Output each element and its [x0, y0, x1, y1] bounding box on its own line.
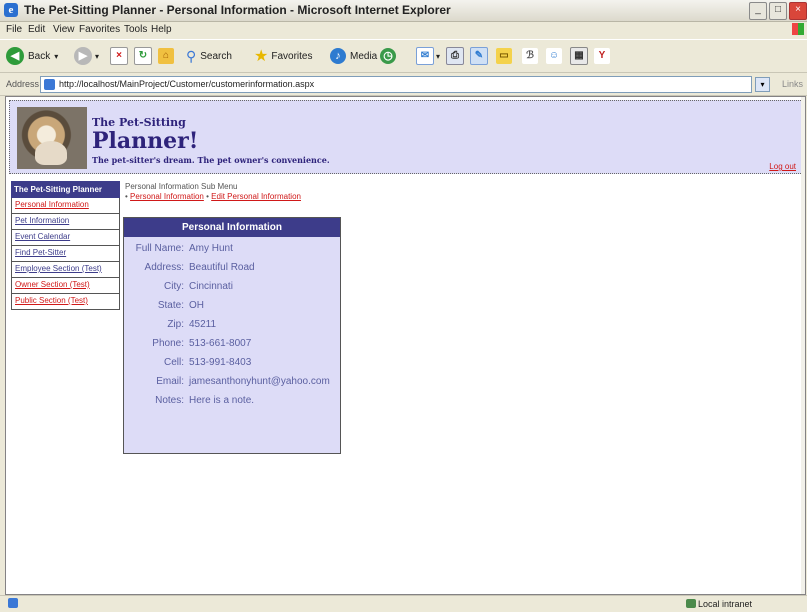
sidebar-item-public-section[interactable]: Public Section (Test)	[11, 294, 120, 310]
menu-view[interactable]: View	[53, 24, 75, 35]
stop-icon: ×	[110, 47, 128, 65]
sidebar-title: The Pet-Sitting Planner	[11, 181, 120, 198]
title-bar: e The Pet-Sitting Planner - Personal Inf…	[0, 0, 807, 22]
history-icon: ◷	[380, 48, 396, 64]
sidebar: The Pet-Sitting Planner Personal Informa…	[11, 181, 120, 310]
sidebar-item-find-pet-sitter[interactable]: Find Pet-Sitter	[11, 246, 120, 262]
field-state: State: OH	[157, 300, 204, 311]
sub-menu: Personal Information Sub Menu • Personal…	[125, 182, 301, 202]
dropdown-arrow-icon: ▾	[95, 51, 100, 61]
search-icon: ⚲	[186, 47, 197, 64]
address-dropdown-icon[interactable]: ▾	[755, 77, 770, 92]
address-bar: Address http://localhost/MainProject/Cus…	[0, 73, 807, 96]
menu-favorites[interactable]: Favorites	[79, 24, 120, 35]
sidebar-item-owner-section[interactable]: Owner Section (Test)	[11, 278, 120, 294]
personal-information-panel: Personal Information Full Name: Amy Hunt …	[123, 217, 341, 454]
forward-button[interactable]: ▶ ▾	[74, 46, 99, 66]
print-icon: ⎙	[446, 47, 464, 65]
messenger-button[interactable]: ☺	[546, 46, 562, 66]
page-content: The Pet-Sitting Planner! The pet-sitter'…	[5, 96, 806, 595]
dropdown-arrow-icon: ▾	[436, 51, 441, 61]
field-notes: Notes: Here is a note.	[155, 395, 255, 406]
address-input[interactable]: http://localhost/MainProject/Customer/cu…	[40, 76, 752, 93]
sidebar-item-employee-section[interactable]: Employee Section (Test)	[11, 262, 120, 278]
logout-link[interactable]: Log out	[769, 162, 796, 171]
calendar-button[interactable]: ▦	[570, 46, 588, 66]
sub-menu-bullet: •	[125, 192, 128, 201]
windows-flag-icon	[792, 23, 804, 35]
field-full-name: Full Name: Amy Hunt	[135, 243, 233, 254]
brand-main: Planner!	[92, 128, 199, 154]
ie-logo-icon: e	[4, 3, 18, 17]
panel-title: Personal Information	[124, 218, 340, 237]
site-header: The Pet-Sitting Planner! The pet-sitter'…	[9, 100, 803, 174]
field-city: City: Cincinnati	[164, 281, 233, 292]
field-cell: Cell: 513-991-8403	[163, 357, 252, 368]
sub-menu-link-edit-personal-information[interactable]: Edit Personal Information	[211, 192, 301, 201]
mail-button[interactable]: ✉ ▾	[416, 46, 440, 66]
research-button[interactable]: ℬ	[522, 46, 538, 66]
edit-icon: ✎	[470, 47, 488, 65]
edit-button[interactable]: ✎	[470, 46, 488, 66]
addon-icon: Y	[594, 48, 610, 64]
refresh-button[interactable]: ↻	[134, 46, 152, 66]
sidebar-item-pet-information[interactable]: Pet Information	[11, 214, 120, 230]
sub-menu-separator: •	[206, 192, 209, 201]
toolbar: ◀ Back ▾ ▶ ▾ × ↻ ⌂ ⚲ Search ★ Favorites …	[0, 39, 807, 73]
links-button[interactable]: Links	[782, 79, 803, 89]
favorites-button[interactable]: ★ Favorites	[254, 46, 312, 66]
field-address: Address: Beautiful Road	[144, 262, 255, 273]
discuss-button[interactable]: ▭	[496, 46, 512, 66]
minimize-icon[interactable]: _	[749, 2, 767, 20]
print-button[interactable]: ⎙	[446, 46, 464, 66]
vertical-scrollbar[interactable]	[801, 97, 805, 594]
media-button[interactable]: ♪ Media	[330, 46, 377, 66]
sidebar-item-event-calendar[interactable]: Event Calendar	[11, 230, 120, 246]
back-button[interactable]: ◀ Back ▾	[6, 46, 58, 66]
menu-tools[interactable]: Tools	[124, 24, 147, 35]
sub-menu-link-personal-information[interactable]: Personal Information	[130, 192, 204, 201]
sub-menu-title: Personal Information Sub Menu	[125, 182, 238, 191]
sidebar-item-personal-information[interactable]: Personal Information	[11, 198, 120, 214]
address-url[interactable]: http://localhost/MainProject/Customer/cu…	[59, 79, 314, 89]
status-bar: Local intranet	[0, 595, 807, 612]
address-label: Address	[6, 79, 40, 89]
messenger-icon: ☺	[546, 48, 562, 64]
security-zone: Local intranet	[698, 599, 753, 609]
puppy-logo-image	[17, 107, 87, 169]
menu-edit[interactable]: Edit	[28, 24, 45, 35]
back-arrow-icon: ◀	[6, 47, 24, 65]
folder-icon: ▭	[496, 48, 512, 64]
history-button[interactable]: ◷	[380, 46, 396, 66]
field-email: Email: jamesanthonyhunt@yahoo.com	[156, 376, 330, 387]
menu-help[interactable]: Help	[151, 24, 172, 35]
page-status-icon	[8, 598, 18, 608]
mail-icon: ✉	[416, 47, 434, 65]
addon-button[interactable]: Y	[594, 46, 610, 66]
home-icon: ⌂	[158, 48, 174, 64]
stop-button[interactable]: ×	[110, 46, 128, 66]
menu-file[interactable]: File	[6, 24, 22, 35]
forward-arrow-icon: ▶	[74, 47, 92, 65]
search-button[interactable]: ⚲ Search	[186, 46, 232, 66]
field-phone: Phone: 513-661-8007	[152, 338, 252, 349]
brand-tagline: The pet-sitter's dream. The pet owner's …	[92, 155, 330, 165]
home-button[interactable]: ⌂	[158, 46, 174, 66]
calendar-icon: ▦	[570, 47, 588, 65]
window-title: The Pet-Sitting Planner - Personal Infor…	[24, 3, 451, 17]
page-icon	[44, 79, 55, 90]
intranet-icon	[686, 599, 696, 608]
dropdown-arrow-icon: ▾	[54, 51, 59, 61]
refresh-icon: ↻	[134, 47, 152, 65]
menu-bar: File Edit View Favorites Tools Help	[0, 22, 807, 38]
field-zip: Zip: 45211	[167, 319, 217, 330]
close-icon[interactable]: ×	[789, 2, 807, 20]
media-icon: ♪	[330, 48, 346, 64]
star-icon: ★	[254, 48, 269, 65]
window-controls: _ □ ×	[749, 2, 807, 20]
maximize-icon[interactable]: □	[769, 2, 787, 20]
research-icon: ℬ	[522, 48, 538, 64]
